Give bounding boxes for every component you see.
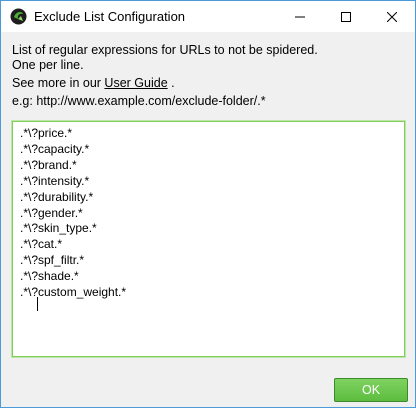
pattern-line: .*\?skin_type.* <box>20 221 97 236</box>
dialog-content: List of regular expressions for URLs to … <box>1 32 415 407</box>
user-guide-line: See more in our User Guide . <box>12 76 175 91</box>
title-bar[interactable]: Exclude List Configuration <box>1 1 415 32</box>
zap-app-icon <box>10 8 27 25</box>
description-text: . <box>167 76 175 90</box>
pattern-line: .*\?custom_weight.* <box>20 285 127 300</box>
pattern-list: .*\?price.* .*\?capacity.* .*\?brand.* .… <box>20 126 126 301</box>
pattern-line: .*\?capacity.* <box>20 141 90 156</box>
pattern-line: .*\?intensity.* <box>20 173 90 188</box>
pattern-line: .*\?shade.* <box>20 269 79 284</box>
dialog-window: Exclude List Configuration List of regul… <box>0 0 416 408</box>
pattern-line: .*\?durability.* <box>20 189 94 204</box>
user-guide-link[interactable]: User Guide <box>104 76 167 90</box>
description-line: List of regular expressions for URLs to … <box>12 43 318 57</box>
window-title: Exclude List Configuration <box>34 9 186 24</box>
close-button[interactable] <box>369 1 415 32</box>
maximize-button[interactable] <box>323 1 369 32</box>
example-text: e.g: http://www.example.com/exclude-fold… <box>12 94 266 108</box>
description-text: See more in our <box>12 76 105 90</box>
close-icon <box>387 11 397 22</box>
maximize-icon <box>341 11 351 22</box>
text-caret <box>37 297 38 311</box>
minimize-button[interactable] <box>277 1 323 32</box>
pattern-line: .*\?cat.* <box>20 237 63 252</box>
description-line: One per line. <box>12 58 84 72</box>
ok-button[interactable]: OK <box>334 378 408 402</box>
pattern-line: .*\?brand.* <box>20 157 77 172</box>
pattern-line: .*\?price.* <box>20 126 73 140</box>
exclude-list-textarea[interactable]: .*\?price.* .*\?capacity.* .*\?brand.* .… <box>11 120 406 358</box>
pattern-line: .*\?spf_filtr.* <box>20 253 85 268</box>
pattern-line: .*\?gender.* <box>20 205 83 220</box>
minimize-icon <box>295 16 305 17</box>
